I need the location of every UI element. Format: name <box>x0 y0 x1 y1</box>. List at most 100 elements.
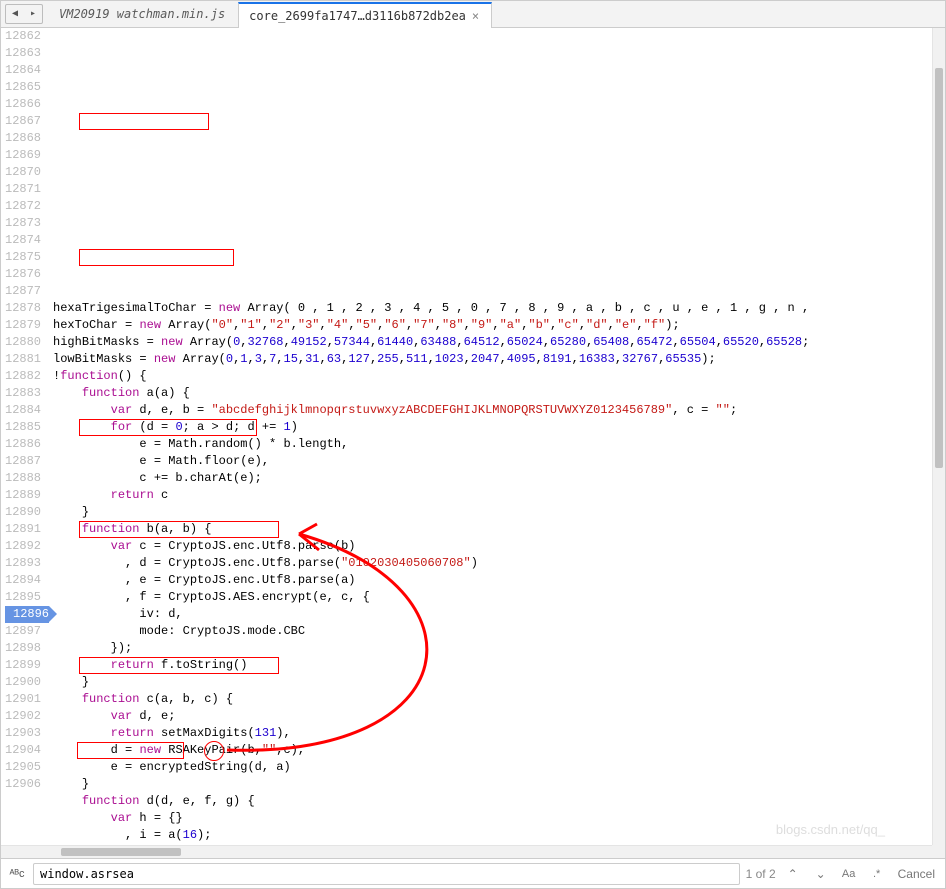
regex-button[interactable]: .* <box>866 864 888 884</box>
code-line: return c <box>53 487 945 504</box>
line-number: 12895 <box>5 589 41 606</box>
tab-strip: ◀ ▸ VM20919 watchman.min.js core_2699fa1… <box>1 1 945 28</box>
line-number: 12885 <box>5 419 41 436</box>
line-number: 12894 <box>5 572 41 589</box>
horizontal-scroll-thumb[interactable] <box>61 848 181 856</box>
find-mode-icon[interactable]: ᴬᴮᴄ <box>7 865 27 883</box>
tab-inactive-label: VM20919 watchman.min.js <box>59 7 225 21</box>
code-line: e = encryptedString(d, a) <box>53 759 945 776</box>
vertical-scrollbar[interactable] <box>932 28 945 845</box>
annotation-box-fn-b <box>79 249 234 266</box>
code-line: } <box>53 504 945 521</box>
code-line: } <box>53 776 945 793</box>
code-line: iv: d, <box>53 606 945 623</box>
cancel-button[interactable]: Cancel <box>894 867 939 881</box>
code-line: , d = CryptoJS.enc.Utf8.parse("010203040… <box>53 555 945 572</box>
line-number: 12870 <box>5 164 41 181</box>
line-number: 12868 <box>5 130 41 147</box>
line-number: 12879 <box>5 317 41 334</box>
code-line: var c = CryptoJS.enc.Utf8.parse(b) <box>53 538 945 555</box>
line-number: 12892 <box>5 538 41 555</box>
line-number: 12888 <box>5 470 41 487</box>
line-number: 12884 <box>5 402 41 419</box>
line-number: 12890 <box>5 504 41 521</box>
match-count: 1 of 2 <box>746 867 776 881</box>
line-number: 12904 <box>5 742 41 759</box>
scroll-corner <box>932 845 945 858</box>
line-number: 12897 <box>5 623 41 640</box>
code-line: , f = CryptoJS.AES.encrypt(e, c, { <box>53 589 945 606</box>
horizontal-scrollbar[interactable] <box>1 845 932 858</box>
line-number: 12876 <box>5 266 41 283</box>
line-number: 12899 <box>5 657 41 674</box>
line-number: 12886 <box>5 436 41 453</box>
line-number: 12882 <box>5 368 41 385</box>
find-bar: ᴬᴮᴄ 1 of 2 ⌃ ⌄ Aa .* Cancel <box>1 858 945 888</box>
code-area[interactable]: hexaTrigesimalToChar = new Array( 0 , 1 … <box>49 28 945 858</box>
line-number: 12881 <box>5 351 41 368</box>
line-number: 12869 <box>5 147 41 164</box>
line-number: 12889 <box>5 487 41 504</box>
code-line: d = new RSAKeyPair(b,"",c), <box>53 742 945 759</box>
prev-match-button[interactable]: ⌃ <box>782 864 804 884</box>
tab-nav-box: ◀ ▸ <box>5 4 43 24</box>
line-number: 12900 <box>5 674 41 691</box>
line-number: 12903 <box>5 725 41 742</box>
code-line: var h = {} <box>53 810 945 827</box>
line-number: 12887 <box>5 453 41 470</box>
line-number: 12872 <box>5 198 41 215</box>
line-number: 12867 <box>5 113 41 130</box>
code-line: highBitMasks = new Array(0,32768,49152,5… <box>53 334 945 351</box>
line-number-gutter: 1286212863128641286512866128671286812869… <box>1 28 49 858</box>
editor-pane: 1286212863128641286512866128671286812869… <box>1 28 945 858</box>
code-line: e = Math.random() * b.length, <box>53 436 945 453</box>
line-number: 12893 <box>5 555 41 572</box>
line-number: 12880 <box>5 334 41 351</box>
line-number: 12901 <box>5 691 41 708</box>
line-number: 12871 <box>5 181 41 198</box>
nav-back-icon[interactable]: ◀ <box>6 5 24 23</box>
vertical-scroll-thumb[interactable] <box>935 68 943 468</box>
line-number: 12877 <box>5 283 41 300</box>
nav-menu-icon[interactable]: ▸ <box>24 5 42 23</box>
code-line: return f.toString() <box>53 657 945 674</box>
line-number: 12864 <box>5 62 41 79</box>
line-number: 12898 <box>5 640 41 657</box>
code-line: function a(a) { <box>53 385 945 402</box>
code-line: hexaTrigesimalToChar = new Array( 0 , 1 … <box>53 300 945 317</box>
line-number: 12878 <box>5 300 41 317</box>
line-number: 12874 <box>5 232 41 249</box>
code-line: for (d = 0; a > d; d += 1) <box>53 419 945 436</box>
close-icon[interactable]: × <box>472 9 479 23</box>
next-match-button[interactable]: ⌄ <box>810 864 832 884</box>
annotation-box-fn-a <box>79 113 209 130</box>
line-number: 12891 <box>5 521 41 538</box>
tab-active-label: core_2699fa1747…d3116b872db2ea <box>249 9 466 23</box>
code-line: mode: CryptoJS.mode.CBC <box>53 623 945 640</box>
line-number: 12902 <box>5 708 41 725</box>
line-number: 12883 <box>5 385 41 402</box>
code-line: return setMaxDigits(131), <box>53 725 945 742</box>
line-number: 12906 <box>5 776 41 793</box>
tab-active[interactable]: core_2699fa1747…d3116b872db2ea × <box>238 2 492 28</box>
code-line: c += b.charAt(e); <box>53 470 945 487</box>
code-line: , e = CryptoJS.enc.Utf8.parse(a) <box>53 572 945 589</box>
line-number: 12896 <box>5 606 49 623</box>
line-number: 12875 <box>5 249 41 266</box>
line-number: 12863 <box>5 45 41 62</box>
match-case-button[interactable]: Aa <box>838 864 860 884</box>
line-number: 12865 <box>5 79 41 96</box>
code-line: } <box>53 674 945 691</box>
line-number: 12862 <box>5 28 41 45</box>
line-number: 12866 <box>5 96 41 113</box>
tab-inactive[interactable]: VM20919 watchman.min.js <box>49 2 238 26</box>
code-line: var d, e, b = "abcdefghijklmnopqrstuvwxy… <box>53 402 945 419</box>
line-number: 12873 <box>5 215 41 232</box>
code-line: hexToChar = new Array("0","1","2","3","4… <box>53 317 945 334</box>
code-line: , i = a(16); <box>53 827 945 844</box>
code-line: var d, e; <box>53 708 945 725</box>
search-input[interactable] <box>33 863 740 885</box>
line-number: 12905 <box>5 759 41 776</box>
code-line: function c(a, b, c) { <box>53 691 945 708</box>
code-line: lowBitMasks = new Array(0,1,3,7,15,31,63… <box>53 351 945 368</box>
